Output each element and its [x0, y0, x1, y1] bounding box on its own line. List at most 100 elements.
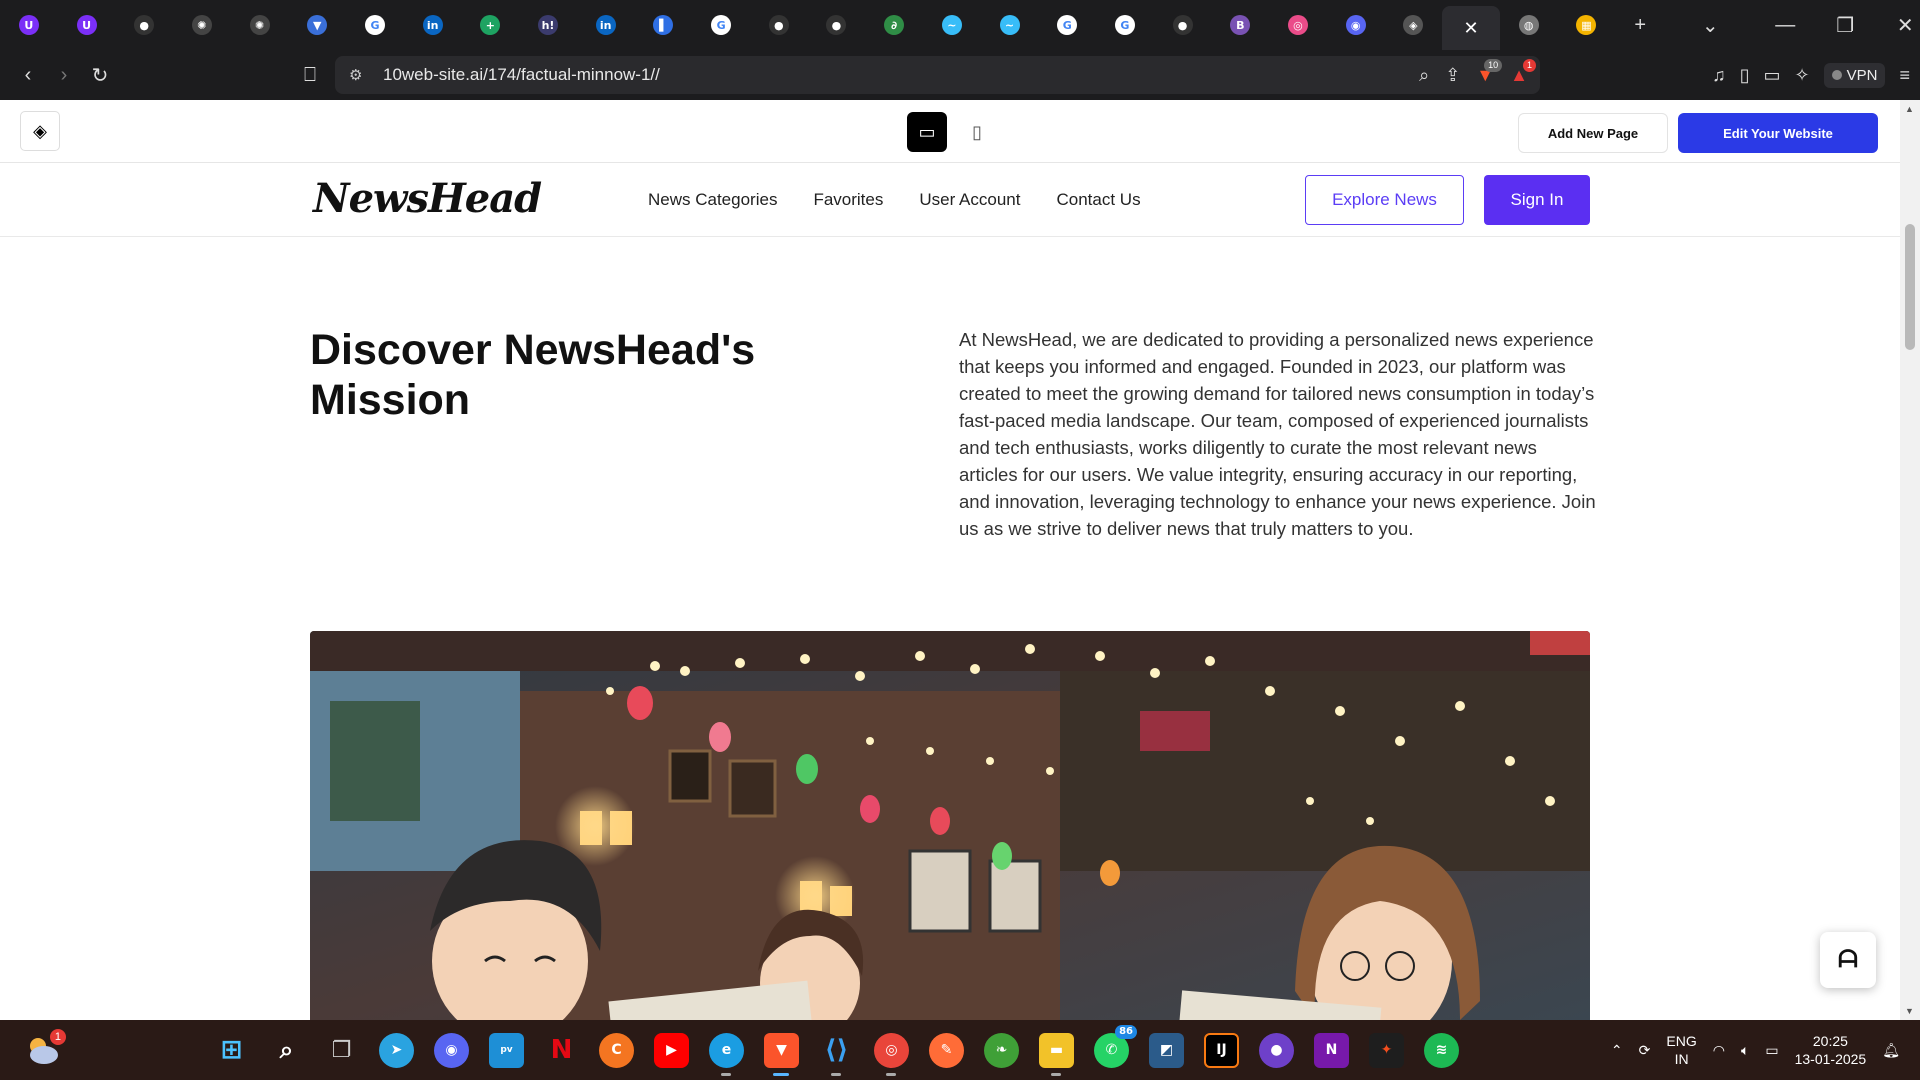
tab-22[interactable]: ◎: [1269, 0, 1327, 50]
10web-logo-icon[interactable]: ◈: [20, 111, 60, 151]
maximize-icon[interactable]: ❐: [1815, 0, 1875, 50]
battery-icon[interactable]: ▭: [1765, 1042, 1778, 1059]
menu-icon[interactable]: ≡: [1899, 65, 1910, 86]
close-tab-icon[interactable]: ✕: [1463, 18, 1478, 39]
nav-news-categories[interactable]: News Categories: [648, 190, 777, 210]
chrome-icon[interactable]: ◎: [874, 1032, 909, 1076]
tab-9[interactable]: h!: [519, 0, 577, 50]
tab-16[interactable]: ~: [923, 0, 981, 50]
start-icon[interactable]: ⊞: [214, 1033, 249, 1068]
vscode-icon[interactable]: ⟨⟩: [819, 1033, 854, 1076]
remote-desktop-icon[interactable]: ◩: [1149, 1032, 1184, 1068]
tab-24[interactable]: ◈: [1385, 0, 1443, 50]
tab-7[interactable]: in: [404, 0, 462, 50]
brave-icon[interactable]: ▼: [764, 1032, 799, 1076]
tab-19[interactable]: G: [1096, 0, 1154, 50]
tab-0[interactable]: U: [0, 0, 58, 50]
spotify-icon[interactable]: ≋: [1424, 1032, 1459, 1068]
window-close-icon[interactable]: ✕: [1875, 0, 1920, 50]
page-scrollbar[interactable]: ▲ ▼: [1900, 100, 1920, 1020]
explore-news-button[interactable]: Explore News: [1305, 175, 1464, 225]
tab-after-1[interactable]: ▦: [1558, 0, 1616, 50]
brave-shields-icon[interactable]: ▼ 10: [1476, 58, 1503, 86]
language-indicator[interactable]: ENG IN: [1666, 1032, 1696, 1068]
tab-8[interactable]: +: [462, 0, 520, 50]
edit-website-button[interactable]: Edit Your Website: [1678, 113, 1878, 153]
mongodb-compass-icon[interactable]: ❧: [984, 1032, 1019, 1068]
search-icon[interactable]: ⌕: [269, 1033, 304, 1068]
tab-3[interactable]: ✺: [173, 0, 231, 50]
file-explorer-icon[interactable]: ▬: [1039, 1032, 1074, 1076]
leo-ai-icon[interactable]: ✧: [1795, 65, 1810, 86]
tab-18[interactable]: G: [1038, 0, 1096, 50]
desktop-view-icon[interactable]: ▭: [907, 112, 947, 152]
github-desktop-icon[interactable]: ●: [1259, 1032, 1294, 1068]
wifi-icon[interactable]: ◠: [1713, 1042, 1725, 1059]
media-icon[interactable]: ♫: [1712, 65, 1726, 86]
edge-icon[interactable]: e: [709, 1032, 744, 1076]
clock[interactable]: 20:25 13-01-2025: [1795, 1032, 1867, 1068]
back-icon[interactable]: ‹: [10, 57, 46, 93]
tab-14[interactable]: ●: [808, 0, 866, 50]
telegram-icon[interactable]: ➤: [379, 1032, 414, 1068]
figma-icon[interactable]: ✦: [1369, 1032, 1404, 1068]
nav-contact-us[interactable]: Contact Us: [1056, 190, 1140, 210]
tab-6[interactable]: G: [346, 0, 404, 50]
mobile-view-icon[interactable]: ▯: [957, 112, 997, 152]
share-icon[interactable]: ⇪: [1445, 65, 1460, 86]
tab-15[interactable]: ∂: [865, 0, 923, 50]
url-text[interactable]: 10web-site.ai/174/factual-minnow-1//: [383, 65, 660, 85]
postman-icon[interactable]: ✎: [929, 1032, 964, 1068]
nav-user-account[interactable]: User Account: [919, 190, 1020, 210]
sign-in-button[interactable]: Sign In: [1484, 175, 1590, 225]
site-settings-icon[interactable]: ⚙: [349, 66, 362, 84]
onenote-icon[interactable]: N: [1314, 1032, 1349, 1068]
brave-rewards-icon[interactable]: ▲ 1: [1510, 58, 1536, 86]
weather-widget[interactable]: 1: [24, 1029, 66, 1067]
reload-icon[interactable]: ↻: [82, 57, 118, 93]
crunchyroll-icon[interactable]: C: [599, 1032, 634, 1068]
notification-bell-icon[interactable]: 🔔︎: [1882, 1042, 1900, 1059]
bookmark-icon[interactable]: ⎕: [292, 57, 328, 93]
tab-20[interactable]: ●: [1154, 0, 1212, 50]
tab-2[interactable]: ●: [115, 0, 173, 50]
tray-chevron-icon[interactable]: ⌃: [1611, 1042, 1623, 1059]
prime-video-icon[interactable]: pv: [489, 1032, 524, 1068]
tab-4[interactable]: ✺: [231, 0, 289, 50]
task-view-icon[interactable]: ❐: [324, 1033, 359, 1068]
discord-icon[interactable]: ◉: [434, 1032, 469, 1068]
ai-assistant-button[interactable]: ᗩ: [1820, 932, 1876, 988]
volume-icon[interactable]: 🔈︎: [1741, 1042, 1749, 1059]
scroll-down-icon[interactable]: ▼: [1905, 1006, 1914, 1016]
scroll-up-icon[interactable]: ▲: [1905, 104, 1914, 114]
nav-favorites[interactable]: Favorites: [813, 190, 883, 210]
add-new-page-button[interactable]: Add New Page: [1518, 113, 1668, 153]
scrollbar-thumb[interactable]: [1905, 224, 1915, 350]
tab-17[interactable]: ~: [981, 0, 1039, 50]
vpn-button[interactable]: VPN: [1823, 62, 1886, 88]
wallet-icon[interactable]: ▭: [1764, 65, 1781, 86]
tab-search-chevron-icon[interactable]: ⌄: [1665, 0, 1755, 50]
address-bar[interactable]: ⚙ 10web-site.ai/174/factual-minnow-1// ⌕…: [335, 56, 1540, 94]
forward-icon[interactable]: ›: [46, 57, 82, 93]
new-tab-icon[interactable]: +: [1615, 0, 1665, 50]
tab-11[interactable]: ▌: [635, 0, 693, 50]
site-logo[interactable]: NewsHead: [313, 175, 542, 222]
tab-23[interactable]: ◉: [1327, 0, 1385, 50]
sync-icon[interactable]: ⟳: [1639, 1042, 1651, 1059]
netflix-icon[interactable]: N: [544, 1033, 579, 1068]
tab-10[interactable]: in: [577, 0, 635, 50]
zoom-icon[interactable]: ⌕: [1419, 65, 1429, 86]
tab-1[interactable]: U: [58, 0, 116, 50]
youtube-icon[interactable]: ▶: [654, 1032, 689, 1068]
tab-after-0[interactable]: ◍: [1500, 0, 1558, 50]
sidebar-toggle-icon[interactable]: ▯: [1740, 65, 1750, 86]
tab-21[interactable]: B: [1211, 0, 1269, 50]
whatsapp-icon[interactable]: ✆ 86: [1094, 1024, 1137, 1068]
tab-13[interactable]: ●: [750, 0, 808, 50]
intellij-icon[interactable]: IJ: [1204, 1032, 1239, 1068]
minimize-icon[interactable]: —: [1755, 0, 1815, 50]
tab-5[interactable]: ▼: [288, 0, 346, 50]
tab-active[interactable]: ✕: [1442, 6, 1500, 50]
tab-12[interactable]: G: [692, 0, 750, 50]
